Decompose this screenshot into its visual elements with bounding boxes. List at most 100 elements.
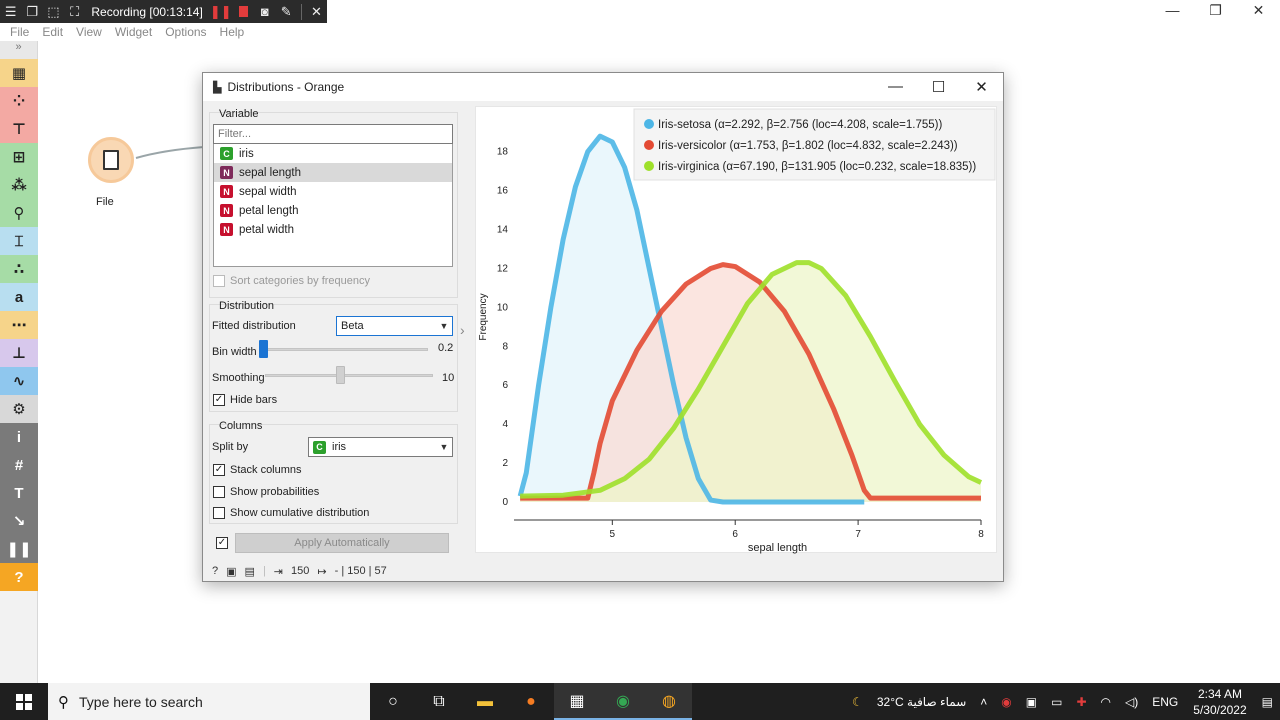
collapse-icon[interactable]: »: [0, 41, 37, 59]
variable-name: sepal length: [239, 166, 302, 179]
pause-button[interactable]: ❚❚: [0, 535, 38, 563]
start-button[interactable]: [0, 683, 48, 720]
hash-button[interactable]: #: [0, 451, 38, 479]
menu-view[interactable]: View: [76, 25, 102, 39]
cortana-icon[interactable]: ○: [370, 683, 416, 720]
checkbox-label: Sort categories by frequency: [230, 275, 371, 287]
cluster-category-button[interactable]: ⁂: [0, 171, 38, 199]
menu-edit[interactable]: Edit: [42, 25, 63, 39]
data-category-button[interactable]: ▦: [0, 59, 38, 87]
filter-input[interactable]: Filter...: [213, 124, 453, 144]
restore-icon[interactable]: ❐: [1194, 0, 1237, 20]
camera-icon[interactable]: ◙: [257, 3, 272, 21]
menu-widget[interactable]: Widget: [115, 25, 152, 39]
minimize-icon[interactable]: —: [1151, 0, 1194, 20]
auto-apply-checkbox[interactable]: ✓: [216, 537, 233, 549]
list-item[interactable]: N petal length: [214, 201, 452, 220]
battery-icon[interactable]: ▭: [1051, 695, 1062, 709]
search-box[interactable]: ⚲ Type here to search: [48, 683, 370, 720]
report-icon[interactable]: ▤: [245, 565, 255, 578]
sort-categories-checkbox[interactable]: Sort categories by frequency: [213, 275, 370, 287]
stamp-category-button[interactable]: ⊥: [0, 339, 38, 367]
language-indicator[interactable]: ENG: [1152, 695, 1178, 709]
firefox-icon[interactable]: ●: [508, 683, 554, 720]
list-item[interactable]: N sepal width: [214, 182, 452, 201]
help-icon: ?: [14, 568, 24, 586]
help-icon[interactable]: ?: [212, 565, 218, 577]
variable-section-label: Variable: [219, 108, 259, 120]
video-editor-icon[interactable]: ▦: [554, 683, 600, 720]
windows-icon[interactable]: ❐: [24, 3, 39, 21]
region-icon[interactable]: ⬚: [46, 3, 61, 21]
y-tick-label: 14: [497, 225, 509, 236]
arrow-button[interactable]: ↘: [0, 507, 38, 535]
volume-icon[interactable]: ◁): [1125, 695, 1138, 709]
smoothing-handle[interactable]: [336, 366, 345, 384]
device-icon[interactable]: ▣: [1026, 695, 1037, 709]
variable-name: petal length: [239, 204, 299, 217]
clock[interactable]: 2:34 AM 5/30/2022: [1193, 686, 1246, 718]
impute-category-button[interactable]: ⊞: [0, 143, 38, 171]
save-icon[interactable]: ▣: [226, 565, 236, 578]
menu-file[interactable]: File: [10, 25, 29, 39]
pen-icon[interactable]: ✎: [279, 3, 294, 21]
task-view-icon[interactable]: ⧉: [416, 683, 462, 720]
file-explorer-icon[interactable]: ▬: [462, 683, 508, 720]
chrome-icon[interactable]: ◉: [600, 683, 646, 720]
fitted-distribution-select[interactable]: Beta ▼: [336, 316, 453, 336]
transform-category-button[interactable]: ⁘: [0, 87, 38, 115]
close-icon[interactable]: ✕: [309, 3, 324, 21]
file-widget[interactable]: [88, 137, 134, 183]
bin-width-slider[interactable]: [262, 348, 428, 351]
stop-icon[interactable]: [238, 6, 249, 17]
apply-button[interactable]: Apply Automatically: [235, 533, 449, 553]
pause-icon[interactable]: ❚❚: [210, 3, 232, 21]
weather-text[interactable]: 32°C سماء صافية: [877, 695, 966, 709]
file-widget-label: File: [96, 196, 114, 208]
tree-icon: ⊤: [12, 121, 26, 138]
text-button[interactable]: T: [0, 479, 38, 507]
line-category-button[interactable]: ⋯: [0, 311, 38, 339]
scatter-icon: ⁘: [12, 93, 26, 110]
show-probabilities-checkbox[interactable]: Show probabilities: [213, 486, 319, 498]
select-value: iris: [332, 441, 347, 453]
info-button[interactable]: i: [0, 423, 38, 451]
settings-category-button[interactable]: ⚙: [0, 395, 38, 423]
hide-bars-checkbox[interactable]: ✓ Hide bars: [213, 394, 277, 406]
split-by-select[interactable]: C iris ▼: [308, 437, 453, 457]
numeric-icon: N: [220, 185, 233, 198]
list-item[interactable]: N petal width: [214, 220, 452, 239]
show-cumulative-checkbox[interactable]: Show cumulative distribution: [213, 507, 369, 519]
menu-icon[interactable]: ☰: [3, 3, 18, 21]
capture-icon[interactable]: ⛶: [67, 3, 82, 21]
close-icon[interactable]: ✕: [1237, 0, 1280, 20]
chevron-right-icon[interactable]: ›: [460, 322, 465, 338]
security-icon[interactable]: ✚: [1076, 695, 1086, 709]
walk-category-button[interactable]: ⚲: [0, 199, 38, 227]
bin-width-handle[interactable]: [259, 340, 268, 358]
list-item[interactable]: N sepal length: [214, 163, 452, 182]
list-item[interactable]: C iris: [214, 144, 452, 163]
menu-help[interactable]: Help: [220, 25, 245, 39]
close-icon[interactable]: ✕: [960, 78, 1003, 96]
stack-columns-checkbox[interactable]: ✓ Stack columns: [213, 464, 302, 476]
wifi-icon[interactable]: ◠: [1101, 695, 1111, 709]
chevron-up-icon[interactable]: ˄: [980, 695, 987, 709]
orange-app-icon[interactable]: ◍: [646, 683, 692, 720]
menu-options[interactable]: Options: [165, 25, 206, 39]
x-axis-label: sepal length: [748, 542, 807, 554]
minimize-icon[interactable]: —: [874, 78, 917, 96]
input-icon: ⇥: [273, 565, 284, 578]
record-icon[interactable]: ◉: [1001, 695, 1011, 709]
visualize-category-button[interactable]: ∿: [0, 367, 38, 395]
dots-category-button[interactable]: ∴: [0, 255, 38, 283]
maximize-icon[interactable]: ☐: [917, 78, 960, 96]
a-category-button[interactable]: a: [0, 283, 38, 311]
text-category-button[interactable]: ⌶: [0, 227, 38, 255]
notifications-icon[interactable]: ▤: [1262, 695, 1273, 709]
help-button[interactable]: ?: [0, 563, 38, 591]
tree-category-button[interactable]: ⊤: [0, 115, 38, 143]
output-summary: - | 150 | 57: [334, 565, 387, 577]
dialog-titlebar[interactable]: ▙ Distributions - Orange — ☐ ✕: [203, 73, 1003, 101]
smoothing-slider[interactable]: [265, 374, 433, 377]
